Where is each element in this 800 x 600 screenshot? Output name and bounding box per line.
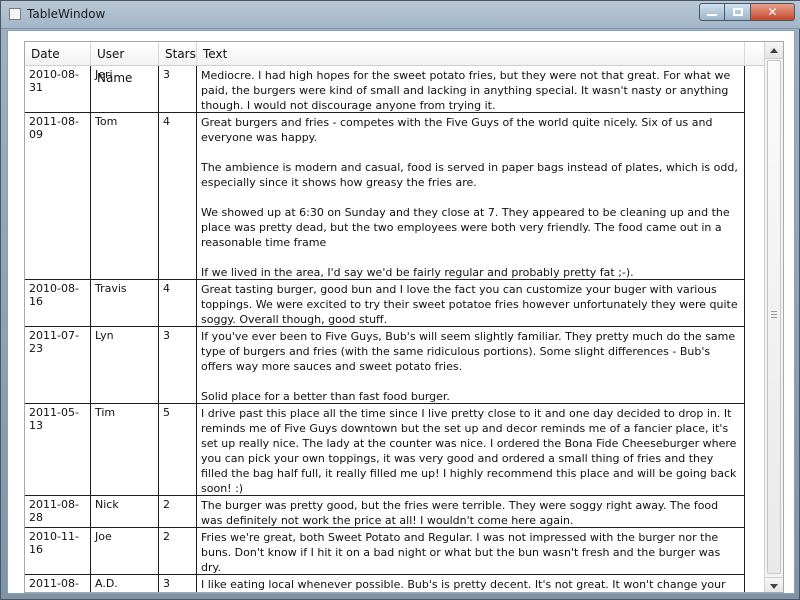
scrollbar-thumb[interactable]	[767, 60, 781, 574]
column-header-stars[interactable]: Stars	[159, 42, 197, 66]
cell-user-name: Tim	[91, 404, 159, 495]
close-icon: ✕	[767, 5, 778, 19]
review-paragraph: Great burgers and fries - competes with …	[201, 116, 713, 144]
table-row[interactable]: 2010-11-16 Joe 2 Fries we're great, both Sw…	[25, 528, 745, 575]
review-paragraph: The ambience is modern and casual, food …	[201, 161, 738, 189]
cell-text: I drive past this place all the time sin…	[197, 404, 745, 495]
review-paragraph: If we lived in the area, I'd say we'd be…	[201, 266, 634, 279]
cell-date: 2011-08-09	[25, 113, 91, 279]
window-frame: TableWindow ✕ Date User Name Stars Text …	[0, 0, 800, 600]
cell-date: 2010-11-16	[25, 528, 91, 574]
review-paragraph: I drive past this place all the time sin…	[201, 407, 737, 495]
cell-text: Great tasting burger, good bun and I lov…	[197, 280, 745, 326]
review-paragraph: The burger was pretty good, but the frie…	[201, 499, 719, 527]
table-row[interactable]: 2011-08-28 Nick 2 The burger was pretty goo…	[25, 496, 745, 528]
cell-text: Fries we're great, both Sweet Potato and…	[197, 528, 745, 574]
scroll-up-button[interactable]	[765, 42, 783, 59]
review-paragraph: Solid place for a better than fast food …	[201, 390, 450, 403]
cell-user-name: Jeri	[91, 66, 159, 112]
table-row[interactable]: 2011-05-13 Tim 5 I drive past this place al…	[25, 404, 745, 496]
cell-user-name: A.D.	[91, 575, 159, 592]
chevron-up-icon	[770, 47, 778, 53]
vertical-scrollbar[interactable]	[764, 42, 783, 592]
maximize-button[interactable]	[725, 3, 751, 21]
review-paragraph: Great tasting burger, good bun and I lov…	[201, 283, 738, 326]
review-paragraph	[201, 374, 740, 389]
cell-stars: 2	[159, 496, 197, 527]
cell-user-name: Joe	[91, 528, 159, 574]
table-row[interactable]: 2011-08-12A.D.3 I like eating local whene…	[25, 575, 745, 592]
table-body: 2010-08-31 Jeri 3 Mediocre. I had high hope…	[25, 66, 745, 592]
cell-stars: 3	[159, 575, 197, 592]
review-paragraph: Mediocre. I had high hopes for the sweet…	[201, 69, 731, 112]
table-row[interactable]: 2010-08-16 Travis 4 Great tasting burger, g…	[25, 280, 745, 327]
review-paragraph	[201, 190, 740, 205]
minimize-icon	[707, 14, 717, 16]
cell-stars: 4	[159, 280, 197, 326]
table-rows: 2010-08-31 Jeri 3 Mediocre. I had high hope…	[25, 66, 745, 592]
review-paragraph	[201, 145, 740, 160]
table-row[interactable]: 2010-08-31 Jeri 3 Mediocre. I had high hope…	[25, 66, 745, 113]
review-paragraph	[201, 250, 740, 265]
cell-stars: 3	[159, 327, 197, 403]
cell-user-name: Tom	[91, 113, 159, 279]
cell-user-name: Travis	[91, 280, 159, 326]
reviews-table: Date User Name Stars Text 2010-08-31 Jeri…	[24, 41, 784, 593]
table-row[interactable]: 2011-08-09 Tom 4 Great burgers and fries - …	[25, 113, 745, 280]
column-header-text[interactable]: Text	[197, 42, 745, 66]
window-client-area: Date User Name Stars Text 2010-08-31 Jeri…	[7, 30, 795, 594]
cell-text: Mediocre. I had high hopes for the sweet…	[197, 66, 745, 112]
cell-stars: 4	[159, 113, 197, 279]
cell-text: If you've ever been to Five Guys, Bub's …	[197, 327, 745, 403]
cell-date: 2010-08-31	[25, 66, 91, 112]
review-paragraph: If you've ever been to Five Guys, Bub's …	[201, 330, 736, 373]
cell-text: I like eating local whenever possible. B…	[197, 575, 745, 592]
cell-user-name: Lyn	[91, 327, 159, 403]
window-caption-buttons: ✕	[699, 3, 795, 21]
column-header-date[interactable]: Date	[25, 42, 91, 66]
title-bar[interactable]: TableWindow ✕	[1, 1, 800, 29]
cell-user-name: Nick	[91, 496, 159, 527]
cell-text: The burger was pretty good, but the frie…	[197, 496, 745, 527]
cell-date: 2010-08-16	[25, 280, 91, 326]
cell-stars: 3	[159, 66, 197, 112]
column-header-user-name[interactable]: User Name	[91, 42, 159, 85]
minimize-button[interactable]	[699, 3, 725, 21]
scrollbar-grip-icon	[771, 311, 777, 319]
cell-date: 2011-08-28	[25, 496, 91, 527]
window-app-icon	[9, 8, 21, 20]
cell-stars: 2	[159, 528, 197, 574]
scroll-down-button[interactable]	[765, 577, 783, 592]
close-button[interactable]: ✕	[751, 3, 795, 21]
cell-stars: 5	[159, 404, 197, 495]
cell-text: Great burgers and fries - competes with …	[197, 113, 745, 279]
window-title: TableWindow	[27, 7, 106, 21]
table-row[interactable]: 2011-07-23 Lyn 3 If you've ever been to Fiv…	[25, 327, 745, 404]
cell-date: 2011-05-13	[25, 404, 91, 495]
maximize-icon	[732, 8, 743, 16]
table-header: Date User Name Stars Text	[25, 42, 783, 85]
review-paragraph: Fries we're great, both Sweet Potato and…	[201, 531, 721, 574]
review-paragraph: I like eating local whenever possible. B…	[201, 578, 726, 591]
chevron-down-icon	[770, 583, 778, 589]
cell-date: 2011-07-23	[25, 327, 91, 403]
review-paragraph: We showed up at 6:30 on Sunday and they …	[201, 206, 730, 249]
cell-date: 2011-08-12	[25, 575, 91, 592]
